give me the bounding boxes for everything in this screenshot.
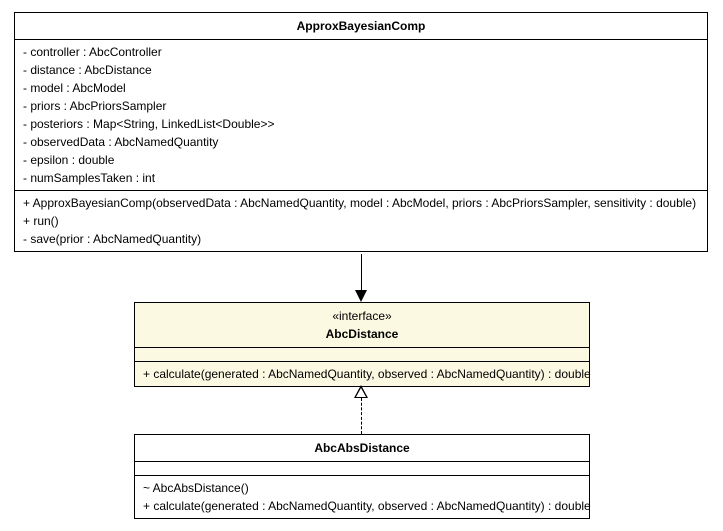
class-name: AbcAbsDistance	[314, 441, 409, 455]
class-title: «interface» AbcDistance	[135, 303, 589, 348]
operations-section: + calculate(generated : AbcNamedQuantity…	[135, 362, 589, 386]
attr-row: - observedData : AbcNamedQuantity	[23, 133, 699, 151]
class-approx-bayesian-comp: ApproxBayesianComp - controller : AbcCon…	[14, 12, 708, 252]
class-name: AbcDistance	[326, 327, 399, 341]
attributes-section: - controller : AbcController - distance …	[15, 40, 707, 191]
op-row: ~ AbcAbsDistance()	[143, 479, 581, 497]
stereotype-label: «interface»	[143, 307, 581, 325]
attributes-section	[135, 348, 589, 362]
op-row: + run()	[23, 212, 699, 230]
interface-abc-distance: «interface» AbcDistance + calculate(gene…	[134, 302, 590, 387]
class-abc-abs-distance: AbcAbsDistance ~ AbcAbsDistance() + calc…	[134, 434, 590, 519]
op-row: + ApproxBayesianComp(observedData : AbcN…	[23, 194, 699, 212]
attributes-section	[135, 462, 589, 476]
op-row: + calculate(generated : AbcNamedQuantity…	[143, 497, 581, 515]
op-row: - save(prior : AbcNamedQuantity)	[23, 230, 699, 248]
attr-row: - epsilon : double	[23, 151, 699, 169]
operations-section: + ApproxBayesianComp(observedData : AbcN…	[15, 191, 707, 251]
class-title: ApproxBayesianComp	[15, 13, 707, 40]
attr-row: - numSamplesTaken : int	[23, 169, 699, 187]
class-title: AbcAbsDistance	[135, 435, 589, 462]
op-row: + calculate(generated : AbcNamedQuantity…	[143, 365, 581, 383]
class-name: ApproxBayesianComp	[297, 19, 426, 33]
attr-row: - model : AbcModel	[23, 79, 699, 97]
attr-row: - posteriors : Map<String, LinkedList<Do…	[23, 115, 699, 133]
attr-row: - distance : AbcDistance	[23, 61, 699, 79]
attr-row: - priors : AbcPriorsSampler	[23, 97, 699, 115]
operations-section: ~ AbcAbsDistance() + calculate(generated…	[135, 476, 589, 518]
attr-row: - controller : AbcController	[23, 43, 699, 61]
